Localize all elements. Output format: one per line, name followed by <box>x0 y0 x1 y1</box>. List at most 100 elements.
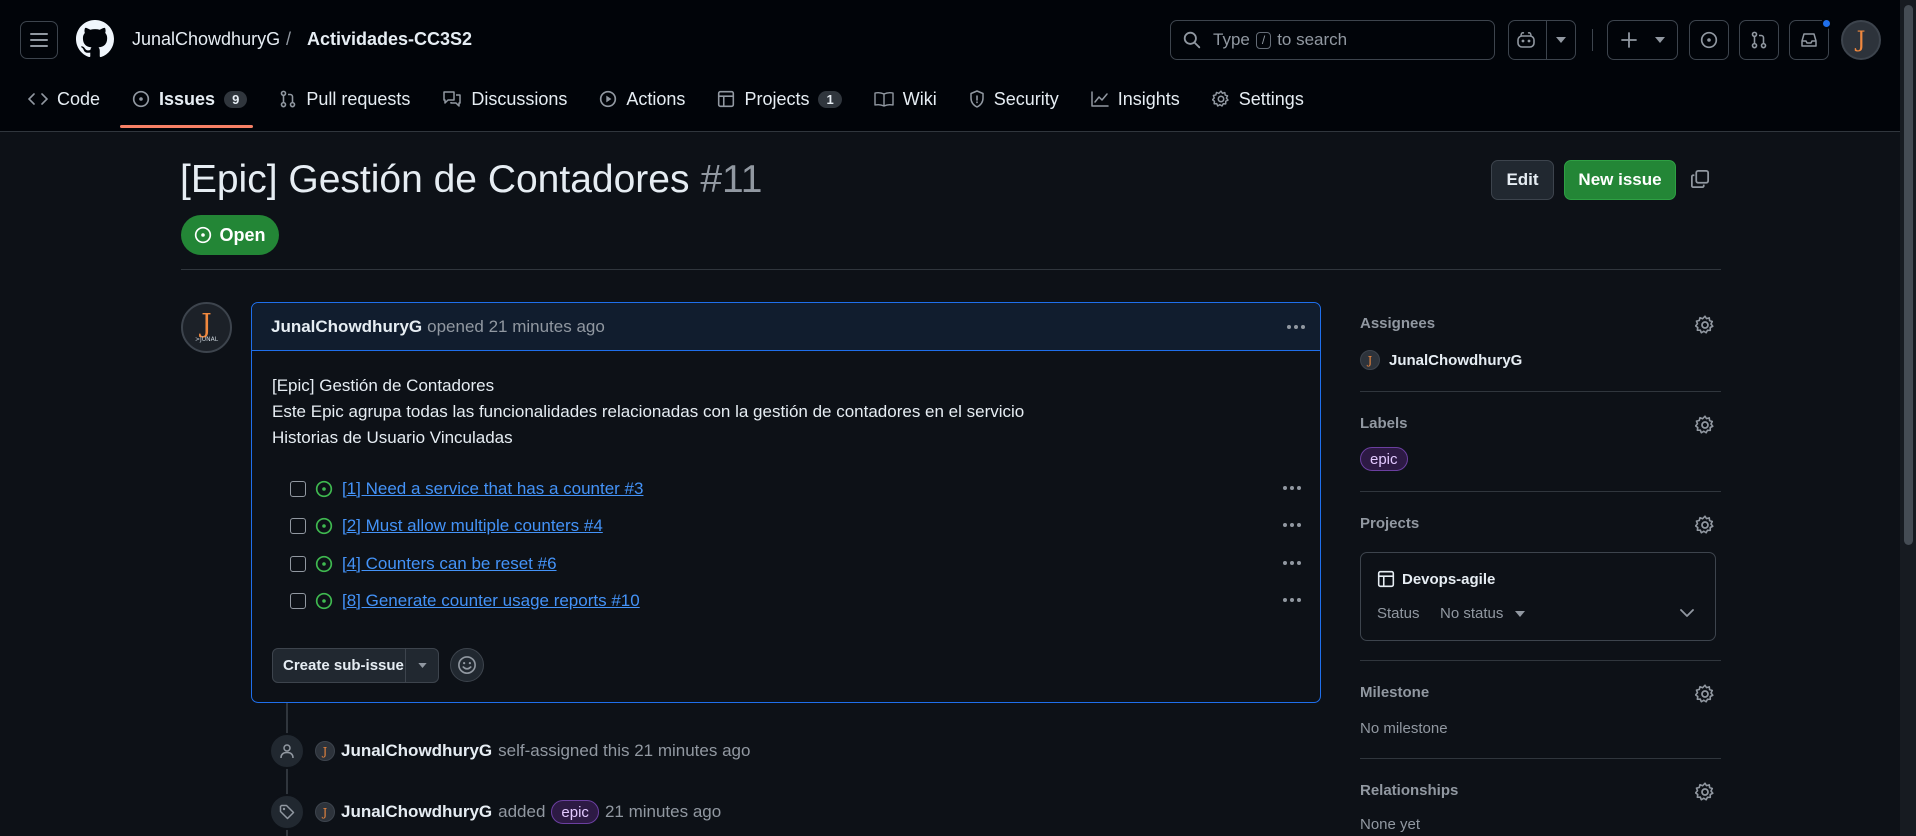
gear-icon[interactable] <box>1695 782 1715 802</box>
pull-request-icon <box>1751 31 1767 49</box>
sub-issue-dropdown[interactable] <box>406 663 438 668</box>
sidebar-labels-title[interactable]: Labels <box>1360 415 1408 432</box>
add-reaction-button[interactable] <box>450 648 484 682</box>
project-status-select[interactable]: No status <box>1440 605 1526 622</box>
task-checkbox[interactable] <box>290 518 306 534</box>
comment-header: JunalChowdhuryG opened 21 minutes ago <box>252 303 1320 351</box>
tab-insights[interactable]: Insights <box>1090 84 1180 114</box>
gear-icon[interactable] <box>1695 315 1715 335</box>
global-header: JunalChowdhuryG / Actividades-CC3S2 Type… <box>0 0 1900 132</box>
timeline-author[interactable]: JunalChowdhuryG <box>341 741 492 761</box>
task-item: [2] Must allow multiple counters #4 <box>290 516 603 536</box>
breadcrumb-owner[interactable]: JunalChowdhuryG <box>132 29 280 50</box>
sidebar-projects-title[interactable]: Projects <box>1360 515 1419 532</box>
issues-button[interactable] <box>1689 20 1729 60</box>
book-icon <box>874 91 894 107</box>
inbox-icon <box>1801 33 1817 47</box>
sidebar-divider <box>1360 491 1721 492</box>
task-link[interactable]: [8] Generate counter usage reports #10 <box>342 591 640 611</box>
tab-code[interactable]: Code <box>28 84 100 114</box>
breadcrumb-repo[interactable]: Actividades-CC3S2 <box>307 29 472 50</box>
avatar-letter: J <box>1856 27 1866 53</box>
mini-avatar[interactable]: J <box>315 741 335 761</box>
gear-icon[interactable] <box>1695 684 1715 704</box>
person-icon <box>280 744 294 759</box>
task-link[interactable]: [1] Need a service that has a counter #3 <box>342 479 643 499</box>
comment-author[interactable]: JunalChowdhuryG <box>271 317 422 337</box>
tab-pull-requests[interactable]: Pull requests <box>279 84 410 114</box>
tab-settings[interactable]: Settings <box>1211 84 1304 114</box>
create-new-button[interactable] <box>1607 20 1678 60</box>
task-options-button[interactable] <box>1283 486 1301 490</box>
chevron-down-icon <box>1556 37 1566 43</box>
task-link[interactable]: [2] Must allow multiple counters #4 <box>342 516 603 536</box>
chevron-down-icon <box>417 663 427 668</box>
task-checkbox[interactable] <box>290 481 306 497</box>
new-issue-button[interactable]: New issue <box>1564 160 1676 200</box>
mini-avatar[interactable]: J <box>315 802 335 822</box>
project-link[interactable]: Devops-agile <box>1377 570 1495 588</box>
menu-button[interactable] <box>20 21 58 59</box>
label-badge[interactable]: epic <box>551 800 599 824</box>
sidebar-label-item[interactable]: epic <box>1360 447 1408 471</box>
sidebar-relationships-title[interactable]: Relationships <box>1360 782 1458 799</box>
task-checkbox[interactable] <box>290 593 306 609</box>
smiley-icon <box>458 656 476 674</box>
tab-label: Code <box>57 88 101 109</box>
title-divider <box>181 269 1721 270</box>
issue-open-icon <box>315 592 333 610</box>
tab-label: Issues <box>159 88 216 109</box>
sidebar-assignees-title[interactable]: Assignees <box>1360 315 1435 332</box>
comment-options-button[interactable] <box>1287 325 1305 329</box>
pull-requests-button[interactable] <box>1739 20 1779 60</box>
task-options-button[interactable] <box>1283 561 1301 565</box>
task-item: [4] Counters can be reset #6 <box>290 554 557 574</box>
tab-wiki[interactable]: Wiki <box>874 84 937 114</box>
search-input[interactable]: Type / to search <box>1170 20 1495 60</box>
copy-link-button[interactable] <box>1690 169 1710 189</box>
gear-icon[interactable] <box>1695 515 1715 535</box>
active-tab-indicator <box>120 125 253 128</box>
table-icon <box>718 90 735 108</box>
graph-icon <box>1090 91 1109 107</box>
tab-actions[interactable]: Actions <box>599 84 685 114</box>
issue-title-text: [Epic] Gestión de Contadores <box>180 158 690 201</box>
timeline-badge <box>269 794 305 830</box>
issue-open-icon <box>1700 31 1718 49</box>
task-link[interactable]: [4] Counters can be reset #6 <box>342 554 557 574</box>
user-avatar[interactable]: J <box>1841 20 1881 60</box>
assignee-name: JunalChowdhuryG <box>1389 351 1523 369</box>
assignee-item[interactable]: J JunalChowdhuryG <box>1360 350 1522 370</box>
play-icon <box>600 90 617 108</box>
chevron-down-icon[interactable] <box>1680 609 1694 618</box>
shield-icon <box>969 90 984 108</box>
copilot-button[interactable] <box>1508 20 1576 60</box>
project-name: Devops-agile <box>1402 570 1496 588</box>
tab-label: Security <box>993 88 1059 109</box>
task-options-button[interactable] <box>1283 598 1301 602</box>
edit-button[interactable]: Edit <box>1491 160 1554 200</box>
scrollbar-thumb[interactable] <box>1904 5 1913 545</box>
sidebar-milestone-title[interactable]: Milestone <box>1360 684 1429 701</box>
tab-projects[interactable]: Projects 1 <box>717 84 842 114</box>
timeline-author[interactable]: JunalChowdhuryG <box>341 802 492 822</box>
task-checkbox[interactable] <box>290 556 306 572</box>
github-logo-icon[interactable] <box>76 20 114 58</box>
tab-label: Projects <box>744 88 810 109</box>
gear-icon[interactable] <box>1695 415 1715 435</box>
create-sub-issue-button[interactable]: Create sub-issue <box>272 648 439 683</box>
timeline-action: self-assigned this 21 minutes ago <box>498 741 751 760</box>
author-avatar[interactable]: J >JUNAL <box>181 302 232 353</box>
timeline-time: 21 minutes ago <box>604 802 722 821</box>
tab-security[interactable]: Security <box>969 84 1059 114</box>
tab-issues[interactable]: Issues 9 <box>132 84 248 114</box>
issue-open-icon <box>132 90 150 108</box>
search-shortcut-key: / <box>1255 31 1272 49</box>
tab-discussions[interactable]: Discussions <box>442 84 567 114</box>
hamburger-icon <box>30 33 48 47</box>
timeline-event-assigned: J JunalChowdhuryG self-assigned this 21 … <box>315 741 750 761</box>
tab-label: Actions <box>626 88 686 109</box>
table-icon <box>1377 570 1395 588</box>
tab-label: Settings <box>1238 88 1304 109</box>
task-options-button[interactable] <box>1283 523 1301 527</box>
